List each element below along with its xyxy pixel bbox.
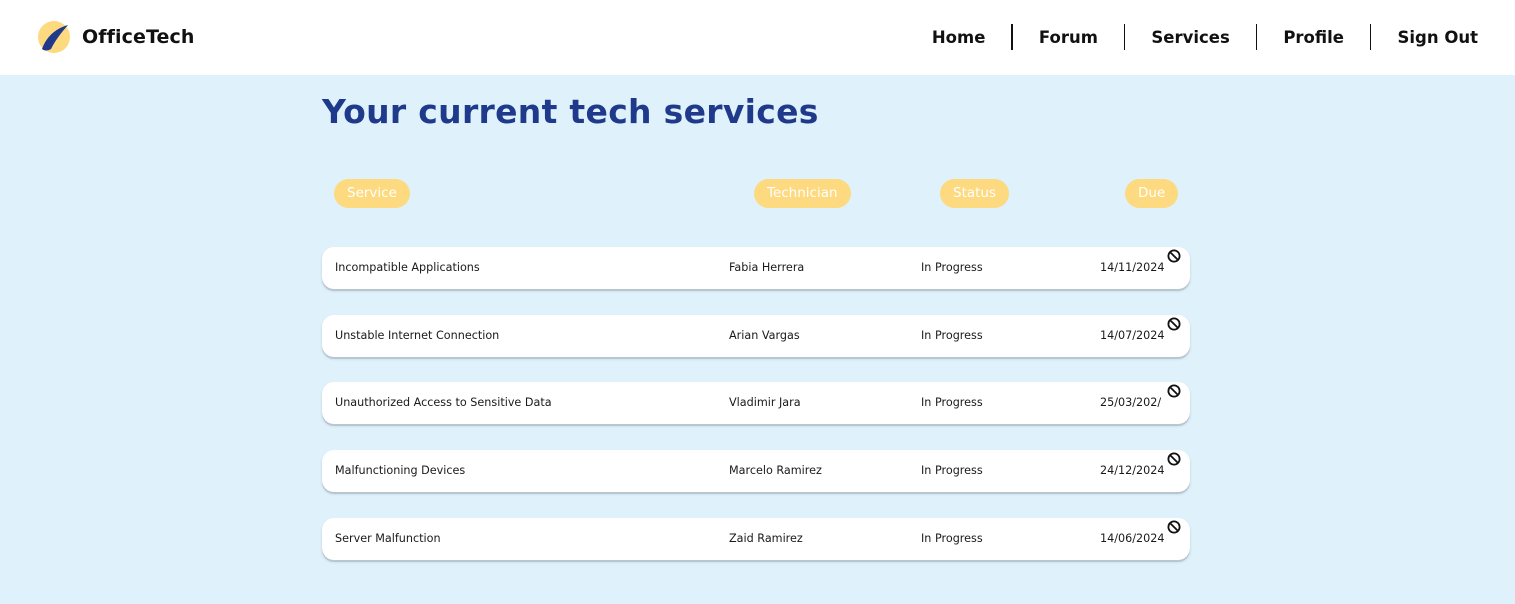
main-nav: Home Forum Services Profile Sign Out (932, 24, 1478, 50)
nav-divider (1011, 24, 1013, 50)
column-header-due: Due (1125, 179, 1179, 208)
service-name: Incompatible Applications (335, 261, 480, 274)
due-date: 14/11/2024 (1100, 261, 1165, 274)
status-text: In Progress (921, 532, 983, 545)
nav-home-link[interactable]: Home (932, 28, 986, 47)
nav-sign-out-link[interactable]: Sign Out (1397, 28, 1478, 47)
service-row[interactable]: Unstable Internet Connection Arian Varga… (322, 315, 1190, 357)
service-name: Unauthorized Access to Sensitive Data (335, 396, 552, 409)
service-row[interactable]: Malfunctioning Devices Marcelo Ramirez I… (322, 450, 1190, 492)
service-row[interactable]: Unauthorized Access to Sensitive Data Vl… (322, 382, 1190, 424)
status-text: In Progress (921, 396, 983, 409)
cancel-icon[interactable] (1167, 249, 1181, 263)
column-header-technician: Technician (754, 179, 851, 208)
brand-name: OfficeTech (82, 26, 195, 48)
service-name: Unstable Internet Connection (335, 329, 500, 342)
due-date: 25/03/202/ (1100, 396, 1162, 409)
nav-divider (1369, 24, 1372, 50)
cancel-icon[interactable] (1167, 317, 1181, 331)
service-row[interactable]: Incompatible Applications Fabia Herrera … (322, 247, 1190, 289)
nav-divider (1255, 24, 1258, 50)
technician-name: Arian Vargas (729, 329, 800, 342)
logo-icon (38, 21, 70, 53)
status-text: In Progress (921, 464, 983, 477)
status-text: In Progress (921, 329, 983, 342)
cancel-icon[interactable] (1167, 452, 1181, 466)
technician-name: Zaid Ramirez (729, 532, 803, 545)
due-date: 24/12/2024 (1100, 464, 1165, 477)
service-row[interactable]: Server Malfunction Zaid Ramirez In Progr… (322, 518, 1190, 560)
status-text: In Progress (921, 261, 983, 274)
cancel-icon[interactable] (1167, 384, 1181, 398)
service-name: Server Malfunction (335, 532, 441, 545)
service-name: Malfunctioning Devices (335, 464, 466, 477)
nav-forum-link[interactable]: Forum (1039, 28, 1098, 47)
technician-name: Vladimir Jara (729, 396, 801, 409)
nav-profile-link[interactable]: Profile (1283, 28, 1344, 47)
due-date: 14/07/2024 (1100, 329, 1165, 342)
technician-name: Marcelo Ramirez (729, 464, 822, 477)
technician-name: Fabia Herrera (729, 261, 805, 274)
column-header-service: Service (334, 179, 410, 208)
nav-services-link[interactable]: Services (1151, 28, 1229, 47)
column-header-status: Status (940, 179, 1010, 208)
page-title: Your current tech services (322, 92, 819, 131)
brand[interactable]: OfficeTech (37, 20, 194, 54)
due-date: 14/06/2024 (1100, 532, 1165, 545)
top-navbar: OfficeTech Home Forum Services Profile S… (0, 0, 1515, 75)
cancel-icon[interactable] (1167, 520, 1181, 534)
nav-divider (1123, 24, 1126, 50)
